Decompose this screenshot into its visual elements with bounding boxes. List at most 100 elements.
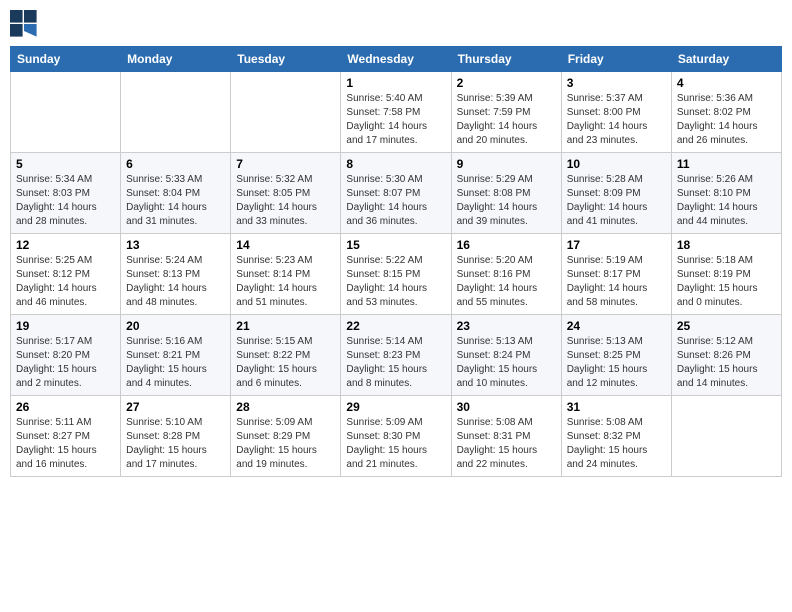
calendar-cell: 21 Sunrise: 5:15 AM Sunset: 8:22 PM Dayli… bbox=[231, 315, 341, 396]
day-info: Sunrise: 5:29 AM Sunset: 8:08 PM Dayligh… bbox=[457, 173, 556, 229]
day-number: 4 bbox=[677, 76, 776, 90]
col-header-sunday: Sunday bbox=[11, 47, 121, 72]
calendar-cell: 12 Sunrise: 5:25 AM Sunset: 8:12 PM Dayli… bbox=[11, 234, 121, 315]
day-info: Sunrise: 5:39 AM Sunset: 7:59 PM Dayligh… bbox=[457, 92, 556, 148]
day-info: Sunrise: 5:30 AM Sunset: 8:07 PM Dayligh… bbox=[346, 173, 445, 229]
day-info: Sunrise: 5:26 AM Sunset: 8:10 PM Dayligh… bbox=[677, 173, 776, 229]
day-number: 16 bbox=[457, 238, 556, 252]
day-info: Sunrise: 5:08 AM Sunset: 8:31 PM Dayligh… bbox=[457, 416, 556, 472]
calendar-cell: 13 Sunrise: 5:24 AM Sunset: 8:13 PM Dayli… bbox=[121, 234, 231, 315]
calendar-cell: 29 Sunrise: 5:09 AM Sunset: 8:30 PM Dayli… bbox=[341, 396, 451, 477]
day-number: 31 bbox=[567, 400, 666, 414]
day-info: Sunrise: 5:40 AM Sunset: 7:58 PM Dayligh… bbox=[346, 92, 445, 148]
calendar-week-2: 5 Sunrise: 5:34 AM Sunset: 8:03 PM Daylig… bbox=[11, 153, 782, 234]
calendar-cell: 26 Sunrise: 5:11 AM Sunset: 8:27 PM Dayli… bbox=[11, 396, 121, 477]
calendar-cell: 20Sunrise: 5:16 AM Sunset: 8:21 PM Dayli… bbox=[121, 315, 231, 396]
day-info: Sunrise: 5:18 AM Sunset: 8:19 PM Dayligh… bbox=[677, 254, 776, 310]
day-info: Sunrise: 5:17 AM Sunset: 8:20 PM Dayligh… bbox=[16, 335, 115, 391]
day-number: 18 bbox=[677, 238, 776, 252]
page-header bbox=[10, 10, 782, 38]
day-number: 23 bbox=[457, 319, 556, 333]
day-number: 13 bbox=[126, 238, 225, 252]
col-header-tuesday: Tuesday bbox=[231, 47, 341, 72]
calendar-cell: 30 Sunrise: 5:08 AM Sunset: 8:31 PM Dayli… bbox=[451, 396, 561, 477]
calendar-cell: 31 Sunrise: 5:08 AM Sunset: 8:32 PM Dayli… bbox=[561, 396, 671, 477]
calendar-cell: 28 Sunrise: 5:09 AM Sunset: 8:29 PM Dayli… bbox=[231, 396, 341, 477]
day-info: Sunrise: 5:09 AM Sunset: 8:30 PM Dayligh… bbox=[346, 416, 445, 472]
calendar-table: SundayMondayTuesdayWednesdayThursdayFrid… bbox=[10, 46, 782, 477]
day-number: 6 bbox=[126, 157, 225, 171]
calendar-cell: 25Sunrise: 5:12 AM Sunset: 8:26 PM Dayli… bbox=[671, 315, 781, 396]
day-number: 14 bbox=[236, 238, 335, 252]
day-info: Sunrise: 5:20 AM Sunset: 8:16 PM Dayligh… bbox=[457, 254, 556, 310]
day-info: Sunrise: 5:12 AM Sunset: 8:26 PM Dayligh… bbox=[677, 335, 776, 391]
calendar-cell: 23Sunrise: 5:13 AM Sunset: 8:24 PM Dayli… bbox=[451, 315, 561, 396]
calendar-cell: 27 Sunrise: 5:10 AM Sunset: 8:28 PM Dayli… bbox=[121, 396, 231, 477]
col-header-saturday: Saturday bbox=[671, 47, 781, 72]
calendar-cell: 11 Sunrise: 5:26 AM Sunset: 8:10 PM Dayli… bbox=[671, 153, 781, 234]
day-info: Sunrise: 5:15 AM Sunset: 8:22 PM Dayligh… bbox=[236, 335, 335, 391]
calendar-cell: 4 Sunrise: 5:36 AM Sunset: 8:02 PM Daylig… bbox=[671, 72, 781, 153]
day-number: 24 bbox=[567, 319, 666, 333]
day-number: 12 bbox=[16, 238, 115, 252]
col-header-friday: Friday bbox=[561, 47, 671, 72]
day-number: 10 bbox=[567, 157, 666, 171]
col-header-thursday: Thursday bbox=[451, 47, 561, 72]
day-info: Sunrise: 5:09 AM Sunset: 8:29 PM Dayligh… bbox=[236, 416, 335, 472]
day-info: Sunrise: 5:33 AM Sunset: 8:04 PM Dayligh… bbox=[126, 173, 225, 229]
day-info: Sunrise: 5:34 AM Sunset: 8:03 PM Dayligh… bbox=[16, 173, 115, 229]
calendar-cell: 6 Sunrise: 5:33 AM Sunset: 8:04 PM Daylig… bbox=[121, 153, 231, 234]
calendar-cell bbox=[671, 396, 781, 477]
day-info: Sunrise: 5:25 AM Sunset: 8:12 PM Dayligh… bbox=[16, 254, 115, 310]
day-number: 26 bbox=[16, 400, 115, 414]
calendar-cell: 15Sunrise: 5:22 AM Sunset: 8:15 PM Dayli… bbox=[341, 234, 451, 315]
day-number: 21 bbox=[236, 319, 335, 333]
day-number: 17 bbox=[567, 238, 666, 252]
day-info: Sunrise: 5:13 AM Sunset: 8:25 PM Dayligh… bbox=[567, 335, 666, 391]
calendar-cell: 18 Sunrise: 5:18 AM Sunset: 8:19 PM Dayli… bbox=[671, 234, 781, 315]
day-info: Sunrise: 5:14 AM Sunset: 8:23 PM Dayligh… bbox=[346, 335, 445, 391]
day-info: Sunrise: 5:19 AM Sunset: 8:17 PM Dayligh… bbox=[567, 254, 666, 310]
day-info: Sunrise: 5:10 AM Sunset: 8:28 PM Dayligh… bbox=[126, 416, 225, 472]
calendar-cell: 19 Sunrise: 5:17 AM Sunset: 8:20 PM Dayli… bbox=[11, 315, 121, 396]
calendar-cell: 16 Sunrise: 5:20 AM Sunset: 8:16 PM Dayli… bbox=[451, 234, 561, 315]
calendar-cell: 14 Sunrise: 5:23 AM Sunset: 8:14 PM Dayli… bbox=[231, 234, 341, 315]
calendar-cell: 5 Sunrise: 5:34 AM Sunset: 8:03 PM Daylig… bbox=[11, 153, 121, 234]
day-number: 9 bbox=[457, 157, 556, 171]
day-info: Sunrise: 5:36 AM Sunset: 8:02 PM Dayligh… bbox=[677, 92, 776, 148]
logo bbox=[10, 10, 42, 38]
calendar-cell: 24 Sunrise: 5:13 AM Sunset: 8:25 PM Dayli… bbox=[561, 315, 671, 396]
col-header-monday: Monday bbox=[121, 47, 231, 72]
day-info: Sunrise: 5:11 AM Sunset: 8:27 PM Dayligh… bbox=[16, 416, 115, 472]
day-number: 8 bbox=[346, 157, 445, 171]
col-header-wednesday: Wednesday bbox=[341, 47, 451, 72]
calendar-cell: 9 Sunrise: 5:29 AM Sunset: 8:08 PM Daylig… bbox=[451, 153, 561, 234]
calendar-cell: 8 Sunrise: 5:30 AM Sunset: 8:07 PM Daylig… bbox=[341, 153, 451, 234]
day-info: Sunrise: 5:22 AM Sunset: 8:15 PM Dayligh… bbox=[346, 254, 445, 310]
calendar-cell bbox=[231, 72, 341, 153]
calendar-cell: 3Sunrise: 5:37 AM Sunset: 8:00 PM Daylig… bbox=[561, 72, 671, 153]
calendar-week-4: 19 Sunrise: 5:17 AM Sunset: 8:20 PM Dayli… bbox=[11, 315, 782, 396]
day-number: 1 bbox=[346, 76, 445, 90]
day-number: 19 bbox=[16, 319, 115, 333]
day-number: 30 bbox=[457, 400, 556, 414]
day-number: 2 bbox=[457, 76, 556, 90]
day-number: 27 bbox=[126, 400, 225, 414]
calendar-cell: 17 Sunrise: 5:19 AM Sunset: 8:17 PM Dayli… bbox=[561, 234, 671, 315]
calendar-week-3: 12 Sunrise: 5:25 AM Sunset: 8:12 PM Dayli… bbox=[11, 234, 782, 315]
calendar-cell bbox=[121, 72, 231, 153]
calendar-cell: 22 Sunrise: 5:14 AM Sunset: 8:23 PM Dayli… bbox=[341, 315, 451, 396]
day-number: 28 bbox=[236, 400, 335, 414]
calendar-cell bbox=[11, 72, 121, 153]
day-number: 11 bbox=[677, 157, 776, 171]
day-info: Sunrise: 5:08 AM Sunset: 8:32 PM Dayligh… bbox=[567, 416, 666, 472]
day-info: Sunrise: 5:23 AM Sunset: 8:14 PM Dayligh… bbox=[236, 254, 335, 310]
day-number: 22 bbox=[346, 319, 445, 333]
day-number: 5 bbox=[16, 157, 115, 171]
calendar-week-5: 26 Sunrise: 5:11 AM Sunset: 8:27 PM Dayli… bbox=[11, 396, 782, 477]
day-number: 29 bbox=[346, 400, 445, 414]
calendar-cell: 7Sunrise: 5:32 AM Sunset: 8:05 PM Daylig… bbox=[231, 153, 341, 234]
calendar-cell: 2 Sunrise: 5:39 AM Sunset: 7:59 PM Daylig… bbox=[451, 72, 561, 153]
day-info: Sunrise: 5:32 AM Sunset: 8:05 PM Dayligh… bbox=[236, 173, 335, 229]
day-info: Sunrise: 5:24 AM Sunset: 8:13 PM Dayligh… bbox=[126, 254, 225, 310]
